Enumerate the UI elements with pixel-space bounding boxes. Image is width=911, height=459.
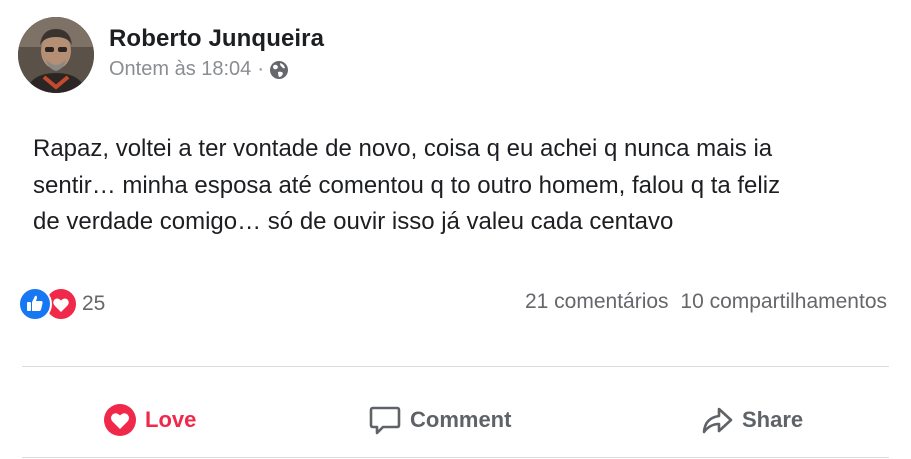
globe-icon[interactable]	[269, 60, 289, 80]
comment-button[interactable]: Comment	[368, 395, 511, 445]
share-label: Share	[742, 407, 804, 432]
facebook-post: Roberto Junqueira Ontem às 18:04 · Rapaz…	[0, 0, 911, 459]
share-button[interactable]: Share	[700, 395, 803, 445]
like-icon	[18, 287, 52, 321]
love-icon	[103, 403, 137, 437]
reaction-count: 25	[82, 292, 106, 315]
love-label: Love	[145, 407, 197, 432]
avatar-photo	[18, 17, 94, 93]
post-text: Rapaz, voltei a ter vontade de novo, coi…	[33, 135, 781, 235]
bottom-divider	[22, 457, 889, 458]
meta-separator: ·	[257, 58, 264, 80]
comment-icon	[368, 403, 402, 437]
shares-count[interactable]: 10 compartilhamentos	[680, 290, 887, 313]
post-timestamp[interactable]: Ontem às 18:04	[109, 58, 251, 81]
comments-count[interactable]: 21 comentários	[525, 290, 669, 313]
post-meta: Ontem às 18:04 ·	[109, 58, 289, 81]
divider	[22, 366, 889, 367]
avatar[interactable]	[18, 17, 94, 93]
comment-label: Comment	[410, 407, 512, 432]
love-button[interactable]: Love	[103, 395, 196, 445]
share-icon	[700, 403, 734, 437]
reaction-summary[interactable]: 25	[18, 287, 105, 321]
author-name[interactable]: Roberto Junqueira	[109, 25, 324, 53]
engagement-stats: 21 comentários 10 compartilhamentos	[525, 290, 887, 314]
